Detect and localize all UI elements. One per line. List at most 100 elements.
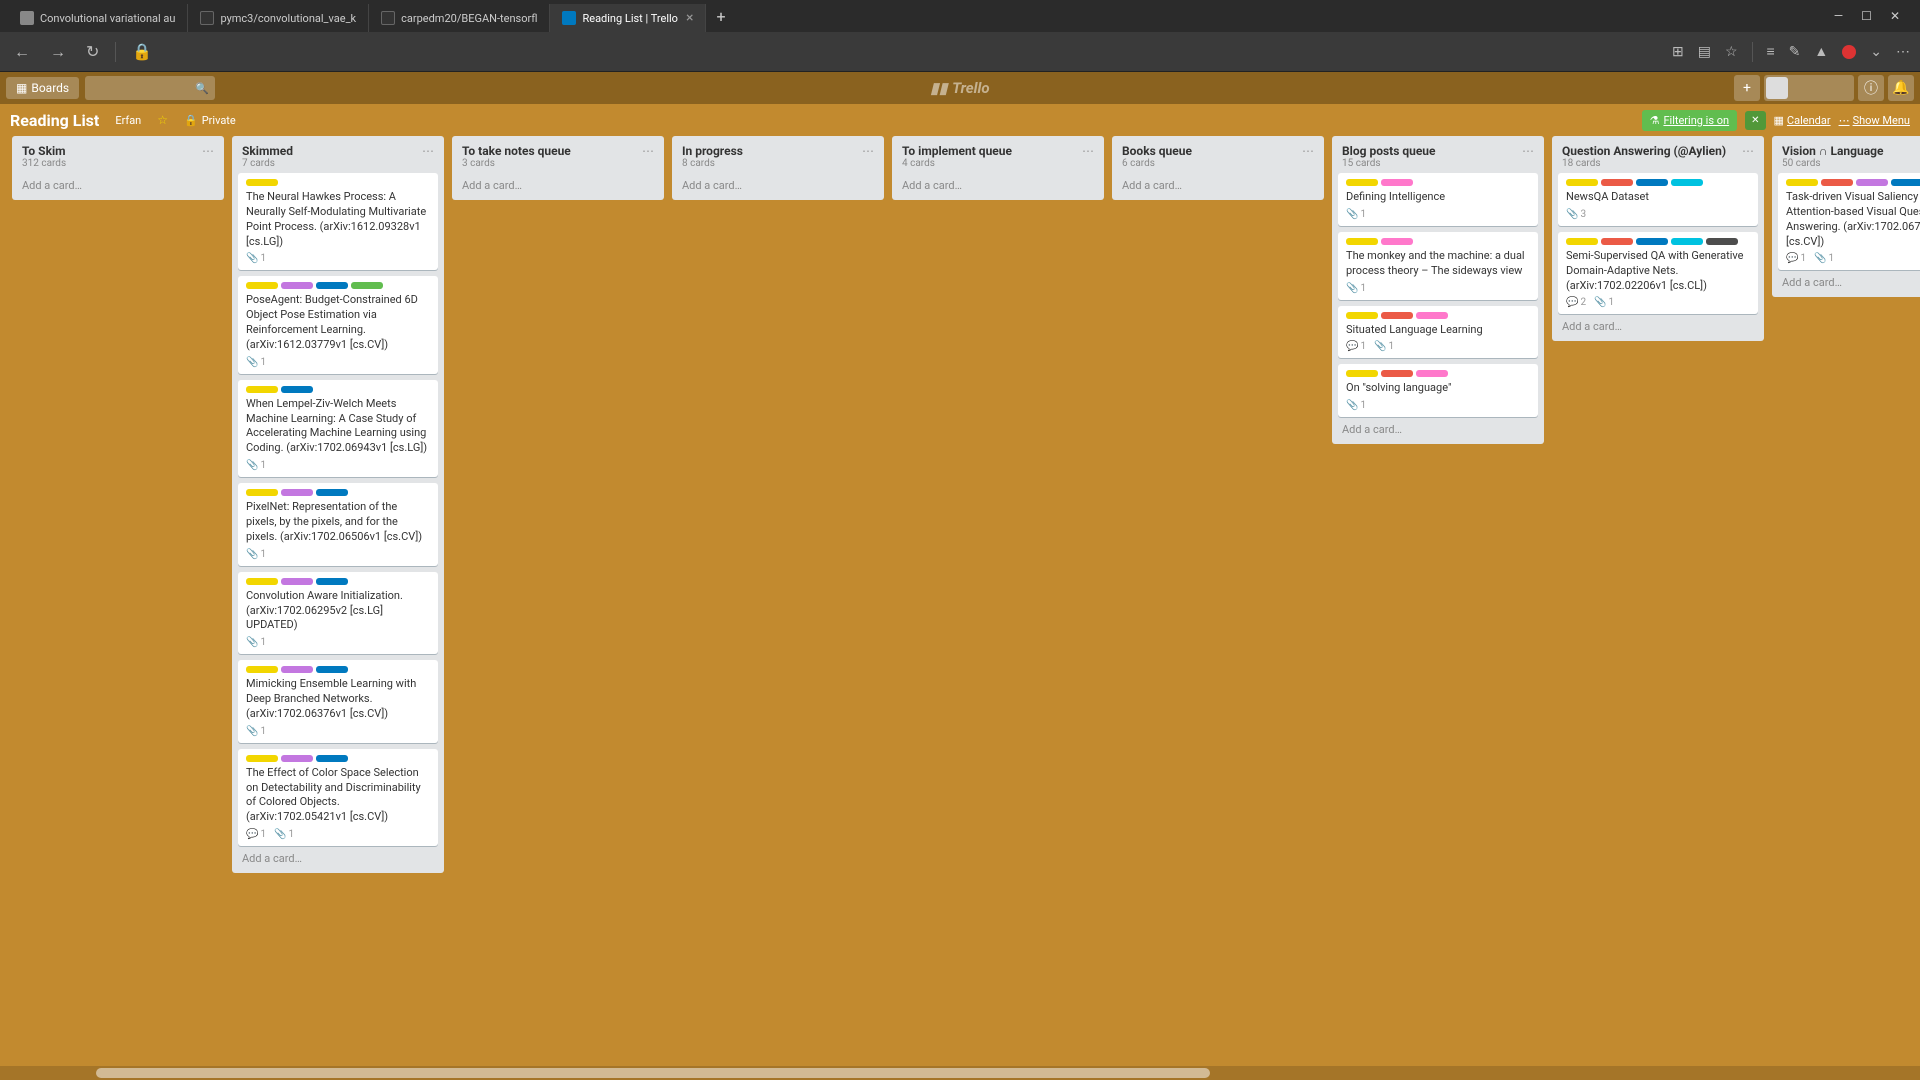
label-blue[interactable] — [316, 578, 348, 585]
list-menu-icon[interactable]: ⋯ — [862, 144, 874, 158]
minimize-button[interactable]: — — [1834, 9, 1843, 23]
label-pink[interactable] — [1416, 312, 1448, 319]
card[interactable]: When Lempel-Ziv-Welch Meets Machine Lear… — [238, 380, 438, 477]
browser-tab[interactable]: pymc3/convolutional_vae_k — [188, 4, 369, 32]
add-card-button[interactable]: Add a card… — [1338, 417, 1538, 438]
card[interactable]: PixelNet: Representation of the pixels, … — [238, 483, 438, 566]
label-red[interactable] — [1601, 179, 1633, 186]
list-menu-icon[interactable]: ⋯ — [202, 144, 214, 158]
trello-logo[interactable]: ▮▮ Trello — [930, 79, 989, 97]
list-header[interactable]: ⋯To Skim312 cards — [18, 142, 218, 173]
label-blue[interactable] — [281, 386, 313, 393]
board-title[interactable]: Reading List — [10, 111, 99, 130]
label-purple[interactable] — [281, 666, 313, 673]
list-menu-icon[interactable]: ⋯ — [1742, 144, 1754, 158]
back-button[interactable]: ← — [10, 38, 34, 66]
label-pink[interactable] — [1416, 370, 1448, 377]
boards-button[interactable]: ▦ Boards — [6, 77, 79, 99]
label-yellow[interactable] — [1566, 238, 1598, 245]
calendar-link[interactable]: ▦ Calendar — [1774, 114, 1831, 127]
info-button[interactable]: ⓘ — [1858, 75, 1884, 101]
label-yellow[interactable] — [246, 755, 278, 762]
add-card-button[interactable]: Add a card… — [1778, 270, 1920, 291]
scrollbar-thumb[interactable] — [96, 1068, 1210, 1078]
label-yellow[interactable] — [246, 578, 278, 585]
list-title[interactable]: To implement queue — [902, 144, 1094, 158]
notifications-button[interactable]: 🔔 — [1888, 75, 1914, 101]
search-input[interactable]: 🔍 — [85, 76, 215, 100]
list-menu-icon[interactable]: ⋯ — [1522, 144, 1534, 158]
label-yellow[interactable] — [246, 489, 278, 496]
card[interactable]: Defining Intelligence📎 1 — [1338, 173, 1538, 226]
label-purple[interactable] — [281, 489, 313, 496]
notifications-icon[interactable]: ▲ — [1814, 43, 1828, 60]
label-black[interactable] — [1706, 238, 1738, 245]
label-pink[interactable] — [1381, 179, 1413, 186]
card[interactable]: PoseAgent: Budget-Constrained 6D Object … — [238, 276, 438, 373]
add-card-button[interactable]: Add a card… — [18, 173, 218, 194]
card[interactable]: Situated Language Learning💬 1📎 1 — [1338, 306, 1538, 359]
bookmark-star-icon[interactable]: ☆ — [1725, 44, 1738, 60]
list-header[interactable]: ⋯Vision ∩ Language50 cards — [1778, 142, 1920, 173]
label-yellow[interactable] — [1346, 238, 1378, 245]
card[interactable]: Semi-Supervised QA with Generative Domai… — [1558, 232, 1758, 315]
browser-tab[interactable]: Convolutional variational au — [8, 4, 188, 32]
list-title[interactable]: In progress — [682, 144, 874, 158]
label-yellow[interactable] — [246, 282, 278, 289]
list-header[interactable]: ⋯Blog posts queue15 cards — [1338, 142, 1538, 173]
maximize-button[interactable]: ☐ — [1861, 9, 1872, 23]
card[interactable]: Task-driven Visual Saliency and Attentio… — [1778, 173, 1920, 270]
label-purple[interactable] — [281, 282, 313, 289]
label-sky[interactable] — [1671, 238, 1703, 245]
clear-filter-button[interactable]: ✕ — [1745, 111, 1765, 130]
list-title[interactable]: Blog posts queue — [1342, 144, 1534, 158]
browser-tab[interactable]: carpedm20/BEGAN-tensorfl — [369, 4, 550, 32]
card[interactable]: NewsQA Dataset📎 3 — [1558, 173, 1758, 226]
containers-icon[interactable]: ⊞ — [1672, 44, 1684, 60]
reload-button[interactable]: ↻ — [82, 38, 103, 65]
label-pink[interactable] — [1381, 238, 1413, 245]
label-sky[interactable] — [1671, 179, 1703, 186]
board-member[interactable]: Erfan — [109, 112, 147, 129]
add-card-button[interactable]: Add a card… — [458, 173, 658, 194]
label-blue[interactable] — [1891, 179, 1920, 186]
list-header[interactable]: ⋯To implement queue4 cards — [898, 142, 1098, 173]
edit-icon[interactable]: ✎ — [1789, 44, 1801, 60]
forward-button[interactable]: → — [46, 38, 70, 66]
label-yellow[interactable] — [246, 386, 278, 393]
list-header[interactable]: ⋯To take notes queue3 cards — [458, 142, 658, 173]
label-yellow[interactable] — [1346, 312, 1378, 319]
close-window-button[interactable]: ✕ — [1890, 9, 1900, 23]
filter-indicator[interactable]: ⚗ Filtering is on — [1642, 110, 1738, 131]
label-red[interactable] — [1601, 238, 1633, 245]
board-canvas[interactable]: ⋯To Skim312 cardsAdd a card…⋯Skimmed7 ca… — [0, 136, 1920, 1080]
label-red[interactable] — [1821, 179, 1853, 186]
add-card-button[interactable]: Add a card… — [238, 846, 438, 867]
list-title[interactable]: To take notes queue — [462, 144, 654, 158]
card[interactable]: The monkey and the machine: a dual proce… — [1338, 232, 1538, 300]
user-menu[interactable] — [1764, 75, 1854, 101]
reader-icon[interactable]: ▤ — [1698, 44, 1711, 60]
list-menu-icon[interactable]: ⋯ — [1082, 144, 1094, 158]
label-red[interactable] — [1381, 370, 1413, 377]
add-card-button[interactable]: Add a card… — [1558, 314, 1758, 335]
show-menu-link[interactable]: ⋯ Show Menu — [1839, 114, 1910, 127]
list-menu-icon[interactable]: ⋯ — [1302, 144, 1314, 158]
label-blue[interactable] — [316, 282, 348, 289]
list-header[interactable]: ⋯In progress8 cards — [678, 142, 878, 173]
list-title[interactable]: Books queue — [1122, 144, 1314, 158]
label-blue[interactable] — [316, 755, 348, 762]
label-yellow[interactable] — [1346, 370, 1378, 377]
label-red[interactable] — [1381, 312, 1413, 319]
list-header[interactable]: ⋯Books queue6 cards — [1118, 142, 1318, 173]
list-header[interactable]: ⋯Question Answering (@Aylien)18 cards — [1558, 142, 1758, 173]
label-purple[interactable] — [281, 578, 313, 585]
list-title[interactable]: Vision ∩ Language — [1782, 144, 1920, 158]
label-blue[interactable] — [1636, 179, 1668, 186]
label-yellow[interactable] — [246, 179, 278, 186]
menu-icon[interactable]: ≡ — [1767, 43, 1775, 60]
list-title[interactable]: Question Answering (@Aylien) — [1562, 144, 1754, 158]
label-blue[interactable] — [316, 666, 348, 673]
label-purple[interactable] — [281, 755, 313, 762]
card[interactable]: On "solving language"📎 1 — [1338, 364, 1538, 417]
